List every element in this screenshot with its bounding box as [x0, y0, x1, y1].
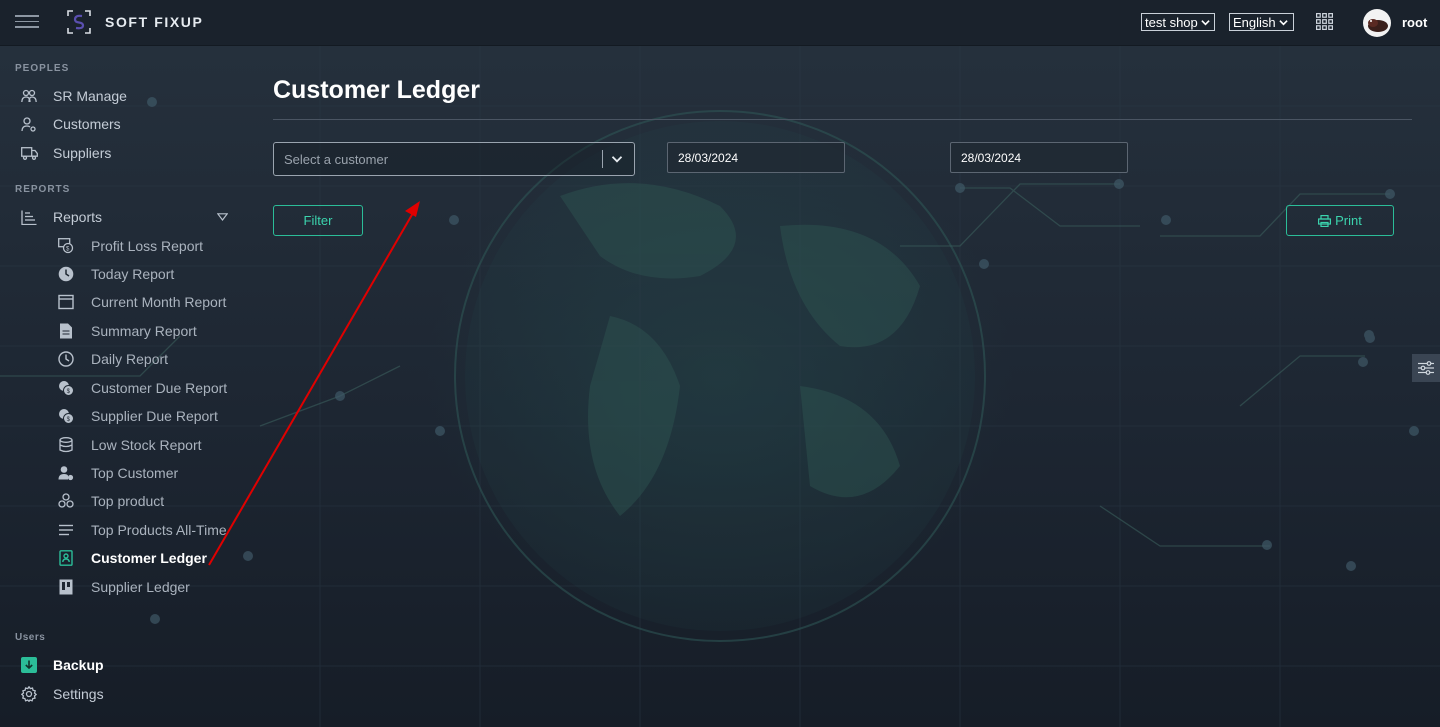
sidebar-item-label: Customer Ledger: [91, 550, 207, 566]
clock-icon: [57, 265, 75, 283]
sidebar-item-customer-ledger[interactable]: Customer Ledger: [57, 547, 207, 569]
sidebar-item-low-stock-report[interactable]: Low Stock Report: [57, 434, 202, 456]
sidebar-item-top-product[interactable]: Top product: [57, 490, 164, 512]
user-cog-icon: [20, 115, 38, 133]
reports-icon: [20, 208, 38, 226]
language-select-value: English: [1233, 14, 1276, 30]
sidebar-item-daily-report[interactable]: Daily Report: [57, 348, 168, 370]
sidebar: PEOPLES SR Manage Customers Suppliers RE…: [0, 46, 250, 727]
menu-icon[interactable]: [15, 15, 39, 29]
sidebar-item-top-customer[interactable]: Top Customer: [57, 462, 178, 484]
sidebar-item-current-month-report[interactable]: Current Month Report: [57, 291, 226, 313]
ledger-icon: [57, 549, 75, 567]
top-navbar: SOFT FIXUP test shop English root: [0, 0, 1440, 46]
language-select[interactable]: English: [1229, 13, 1294, 31]
shop-select-value: test shop: [1145, 14, 1198, 30]
sliders-icon: [1418, 361, 1434, 375]
database-icon: [57, 436, 75, 454]
shop-select[interactable]: test shop: [1141, 13, 1215, 31]
section-label-reports: REPORTS: [15, 184, 71, 195]
sidebar-item-label: Backup: [53, 657, 104, 673]
sidebar-item-profit-loss-report[interactable]: $ Profit Loss Report: [57, 235, 203, 257]
section-label-users: Users: [15, 632, 46, 643]
sidebar-item-label: SR Manage: [53, 88, 127, 104]
sidebar-item-customers[interactable]: Customers: [20, 113, 121, 135]
book-icon: [57, 578, 75, 596]
sidebar-item-label: Top product: [91, 493, 165, 509]
brand-name: SOFT FIXUP: [105, 14, 204, 30]
chevron-down-icon[interactable]: [611, 153, 623, 165]
sidebar-item-top-products-all-time[interactable]: Top Products All-Time: [57, 519, 227, 541]
sidebar-item-label: Settings: [53, 686, 104, 702]
calendar-icon: [57, 293, 75, 311]
sidebar-item-label: Customer Due Report: [91, 380, 228, 396]
avatar[interactable]: [1363, 9, 1391, 37]
apps-grid-icon[interactable]: [1316, 13, 1333, 30]
gear-icon: [20, 685, 38, 703]
sidebar-item-label: Profit Loss Report: [91, 238, 204, 254]
page-title: Customer Ledger: [273, 76, 480, 104]
sidebar-item-supplier-due-report[interactable]: $ Supplier Due Report: [57, 405, 218, 427]
sidebar-item-backup[interactable]: Backup: [20, 654, 104, 676]
sidebar-item-suppliers[interactable]: Suppliers: [20, 142, 111, 164]
section-label-peoples: PEOPLES: [15, 63, 70, 74]
sidebar-item-label: Suppliers: [53, 145, 112, 161]
filter-button-label: Filter: [303, 213, 333, 228]
sidebar-item-label: Top Customer: [91, 465, 179, 481]
date-from-input[interactable]: [667, 142, 845, 173]
sidebar-item-label: Top Products All-Time: [91, 522, 227, 538]
sidebar-item-label: Customers: [53, 116, 121, 132]
chevron-down-icon: [1201, 19, 1210, 25]
sidebar-item-today-report[interactable]: Today Report: [57, 263, 174, 285]
truck-icon: [20, 144, 38, 162]
customizer-toggle[interactable]: [1412, 354, 1440, 382]
print-button[interactable]: Print: [1286, 205, 1394, 236]
clock-outline-icon: [57, 350, 75, 368]
printer-icon: [1318, 214, 1332, 227]
sidebar-item-supplier-ledger[interactable]: Supplier Ledger: [57, 576, 190, 598]
chevron-down-icon[interactable]: [217, 213, 228, 221]
sidebar-item-label: Daily Report: [91, 351, 169, 367]
cubes-icon: [57, 492, 75, 510]
sidebar-item-label: Low Stock Report: [91, 437, 202, 453]
coins-icon: $: [57, 379, 75, 397]
user-star-icon: [57, 464, 75, 482]
sidebar-item-sr-manage[interactable]: SR Manage: [20, 85, 127, 107]
customer-select[interactable]: Select a customer: [273, 142, 635, 176]
divider: [273, 119, 1412, 120]
print-button-label: Print: [1335, 213, 1362, 228]
sidebar-item-summary-report[interactable]: Summary Report: [57, 320, 197, 342]
sidebar-item-reports[interactable]: Reports: [20, 206, 102, 228]
download-icon: [20, 656, 38, 674]
logo-icon: [67, 10, 91, 34]
select-separator: [602, 150, 603, 168]
filter-button[interactable]: Filter: [273, 205, 363, 236]
customer-select-placeholder: Select a customer: [284, 151, 389, 167]
date-to-input[interactable]: [950, 142, 1128, 173]
sidebar-item-label: Summary Report: [91, 323, 197, 339]
chevron-down-icon: [1278, 19, 1288, 25]
coins-icon: $: [57, 407, 75, 425]
list-icon: [57, 521, 75, 539]
users-icon: [20, 87, 38, 105]
money-icon: $: [57, 237, 75, 255]
sidebar-item-label: Today Report: [91, 266, 175, 282]
sidebar-item-label: Supplier Due Report: [91, 408, 218, 424]
document-icon: [57, 322, 75, 340]
sidebar-item-label: Supplier Ledger: [91, 579, 190, 595]
sidebar-item-label: Current Month Report: [91, 294, 227, 310]
username[interactable]: root: [1402, 15, 1427, 30]
sidebar-item-label: Reports: [53, 209, 103, 225]
sidebar-item-customer-due-report[interactable]: $ Customer Due Report: [57, 377, 227, 399]
sidebar-item-settings[interactable]: Settings: [20, 683, 104, 705]
